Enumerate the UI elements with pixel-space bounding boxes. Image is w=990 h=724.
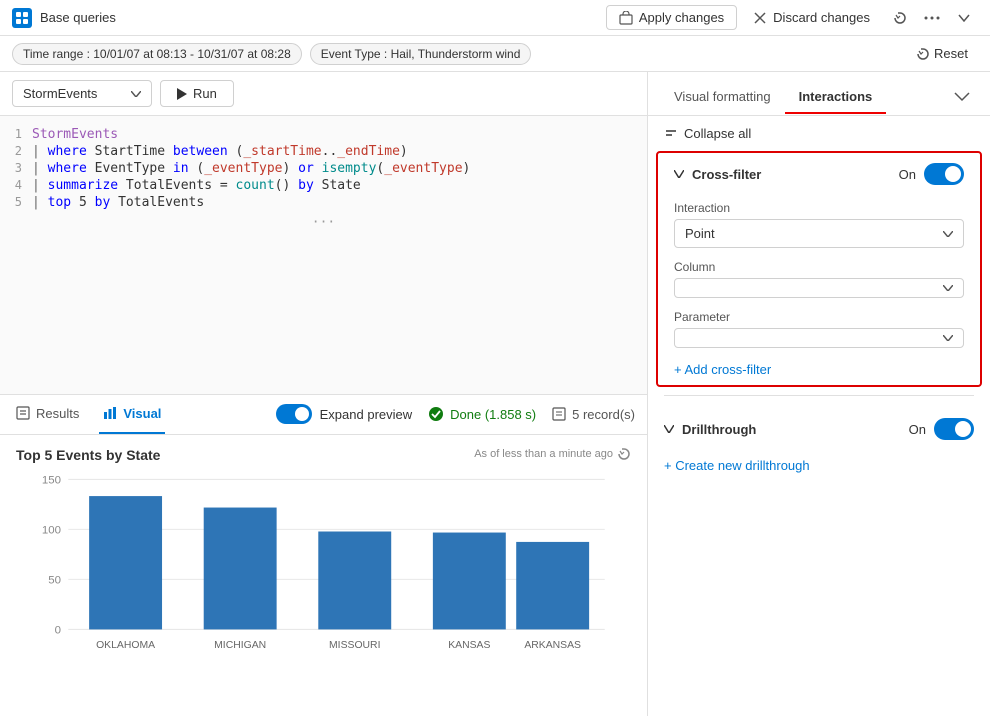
add-cross-filter-button[interactable]: + Add cross-filter [658,354,787,385]
app-branding: Base queries [12,8,116,28]
svg-text:MISSOURI: MISSOURI [329,640,380,651]
tab-visual[interactable]: Visual [99,394,165,434]
top-bar: Base queries Apply changes Discard chang… [0,0,990,36]
drillthrough-toggle-area: On [909,418,974,440]
expand-toggle-switch[interactable] [276,404,312,424]
tabs-bar: Results Visual Expand preview Done (1.85… [0,395,647,435]
chart-title: Top 5 Events by State [16,447,160,463]
bar-arkansas[interactable] [516,541,589,629]
right-panel: Visual formatting Interactions Collapse … [648,72,990,716]
collapse-all-section: Collapse all [648,116,990,151]
main-layout: StormEvents Run 1 StormEvents 2 | where … [0,72,990,716]
code-line-5: 5 | top 5 by TotalEvents [0,194,647,211]
more-options-button[interactable] [918,4,946,32]
tab-interactions[interactable]: Interactions [785,81,887,114]
run-button[interactable]: Run [160,80,234,107]
time-range-filter[interactable]: Time range : 10/01/07 at 08:13 - 10/31/0… [12,43,302,65]
code-line-2: 2 | where StartTime between (_startTime.… [0,143,647,160]
top-bar-actions: Apply changes Discard changes [606,4,978,32]
code-line-3: 3 | where EventType in (_eventType) or i… [0,160,647,177]
bar-kansas[interactable] [433,532,506,629]
cross-filter-toggle[interactable] [924,163,964,185]
cross-filter-toggle-area: On [899,163,964,185]
event-type-filter[interactable]: Event Type : Hail, Thunderstorm wind [310,43,532,65]
chevron-down-button[interactable] [950,4,978,32]
collapse-all-button[interactable]: Collapse all [664,126,751,141]
code-ellipsis: ··· [0,211,647,234]
bar-chart: 0 50 100 150 OKLAHOMA MICHIGAN MISSOURI … [16,469,631,717]
interaction-select[interactable]: Point [674,219,964,248]
tab-results[interactable]: Results [12,394,83,434]
divider [664,395,974,396]
cross-filter-section: Cross-filter On Interaction Point Colum [656,151,982,387]
column-select[interactable] [674,278,964,298]
panel-tabs: Visual formatting Interactions [648,80,990,116]
apply-changes-button[interactable]: Apply changes [606,5,737,30]
parameter-field: Parameter [658,304,980,354]
svg-text:150: 150 [42,474,61,486]
discard-changes-button[interactable]: Discard changes [741,6,882,29]
interaction-field: Interaction Point [658,195,980,254]
app-icon [12,8,32,28]
left-panel: StormEvents Run 1 StormEvents 2 | where … [0,72,648,716]
drillthrough-section: Drillthrough On + Create new drillthroug… [648,404,990,485]
expand-panel-button[interactable] [946,80,978,115]
status-done: Done (1.858 s) [428,406,536,422]
svg-text:50: 50 [48,574,61,586]
code-line-1: 1 StormEvents [0,126,647,143]
query-header: StormEvents Run [0,72,647,116]
code-editor[interactable]: 1 StormEvents 2 | where StartTime betwee… [0,116,647,395]
svg-text:ARKANSAS: ARKANSAS [524,640,581,651]
svg-text:MICHIGAN: MICHIGAN [214,640,266,651]
drillthrough-header[interactable]: Drillthrough On [648,408,990,450]
tab-visual-formatting[interactable]: Visual formatting [660,81,785,114]
cross-filter-header[interactable]: Cross-filter On [658,153,980,195]
bar-missouri[interactable] [318,531,391,629]
dataset-selector[interactable]: StormEvents [12,80,152,107]
svg-text:KANSAS: KANSAS [448,640,490,651]
column-field: Column [658,254,980,304]
refresh-button[interactable] [886,4,914,32]
records-count: 5 record(s) [552,407,635,422]
chart-subtitle: As of less than a minute ago [474,447,631,461]
code-line-4: 4 | summarize TotalEvents = count() by S… [0,177,647,194]
svg-text:0: 0 [55,624,61,636]
svg-text:100: 100 [42,524,61,536]
reset-button[interactable]: Reset [906,42,978,65]
create-drillthrough-button[interactable]: + Create new drillthrough [648,450,826,481]
parameter-select[interactable] [674,328,964,348]
bar-oklahoma[interactable] [89,496,162,629]
drillthrough-toggle[interactable] [934,418,974,440]
bar-michigan[interactable] [204,507,277,629]
filter-bar: Time range : 10/01/07 at 08:13 - 10/31/0… [0,36,990,72]
svg-text:OKLAHOMA: OKLAHOMA [96,640,155,651]
app-title: Base queries [40,10,116,25]
expand-preview-toggle[interactable]: Expand preview [276,404,413,424]
chart-area: Top 5 Events by State As of less than a … [0,435,647,717]
